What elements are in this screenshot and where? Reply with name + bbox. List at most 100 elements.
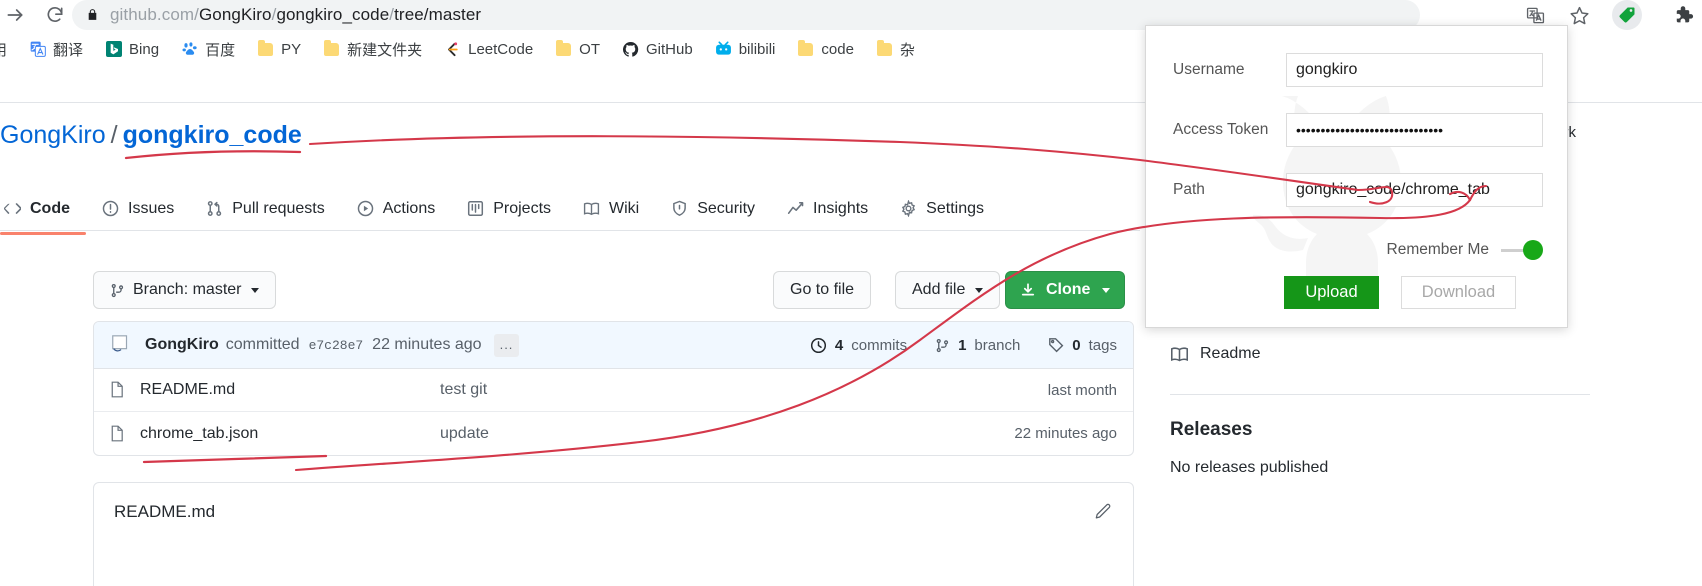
clone-label: Clone (1046, 281, 1091, 298)
bookmark-label: PY (281, 40, 302, 58)
bookmark-item-baidu[interactable]: 百度 (174, 36, 242, 63)
pencil-icon[interactable] (1093, 502, 1113, 522)
tab-label: Insights (813, 199, 869, 217)
tab-label: Pull requests (232, 199, 325, 217)
bookmark-label: 翻译 (53, 41, 84, 59)
bookmark-item-bing[interactable]: Bing (98, 38, 166, 61)
bookmark-item-bilibili[interactable]: bilibili (708, 38, 783, 61)
tags-label: tags (1088, 336, 1117, 354)
bing-icon (105, 41, 122, 58)
file-name-link[interactable]: README.md (140, 381, 440, 399)
toggle-knob (1523, 240, 1543, 260)
tab-issues[interactable]: Issues (86, 186, 190, 231)
back-arrow-icon[interactable] (2, 2, 28, 28)
tags-count-link[interactable]: 0 tags (1048, 337, 1117, 354)
folder-icon (876, 39, 893, 58)
repo-name-link[interactable]: gongkiro_code (123, 121, 302, 149)
bookmark-item-code[interactable]: code (790, 38, 861, 61)
commit-verb: committed (225, 336, 300, 353)
history-icon (810, 337, 827, 354)
bookmark-item-github[interactable]: GitHub (615, 38, 700, 61)
tabs-underline (0, 230, 1140, 231)
tab-code[interactable]: Code (0, 186, 86, 235)
bookmark-item-misc[interactable]: 杂 (869, 36, 922, 63)
bookmark-label: 百度 (205, 41, 236, 59)
extensions-puzzle-icon[interactable] (1672, 4, 1694, 26)
add-file-button[interactable]: Add file (895, 271, 1001, 309)
bookmark-item-translate[interactable]: 翻译 (22, 36, 90, 63)
commit-time: 22 minutes ago (372, 336, 482, 353)
go-to-file-button[interactable]: Go to file (773, 271, 872, 309)
breadcrumb-separator: / (110, 121, 118, 149)
branch-selector-button[interactable]: Branch: master (93, 271, 277, 309)
bookmark-item-apps[interactable]: 用 (0, 36, 14, 63)
url-owner: GongKiro (198, 5, 272, 24)
reload-icon[interactable] (42, 2, 68, 28)
commits-count: 4 (834, 336, 844, 354)
shield-icon (671, 200, 688, 217)
tab-actions[interactable]: Actions (341, 186, 451, 231)
tab-pull-requests[interactable]: Pull requests (190, 186, 341, 231)
bookmark-item-py[interactable]: PY (250, 38, 308, 61)
tab-security[interactable]: Security (655, 186, 771, 231)
sidebar-divider (1170, 393, 1590, 395)
bookmark-label: LeetCode (468, 40, 534, 58)
tag-extension-icon[interactable] (1612, 0, 1642, 30)
commit-expand-button[interactable]: ... (493, 333, 520, 357)
chevron-down-icon (251, 287, 260, 293)
add-file-label: Add file (912, 281, 966, 298)
translate-icon[interactable] (1524, 4, 1546, 26)
go-to-file-label: Go to file (790, 281, 855, 298)
clone-button[interactable]: Clone (1005, 271, 1126, 309)
access-token-input[interactable]: •••••••••••••••••••••••••••••• (1286, 113, 1543, 147)
commits-label: commits (851, 336, 908, 354)
graph-icon (787, 200, 804, 217)
file-commit-message[interactable]: update (440, 425, 1014, 443)
download-button[interactable]: Download (1401, 276, 1516, 309)
branch-label: Branch: master (133, 281, 242, 298)
file-commit-message[interactable]: test git (440, 381, 1048, 399)
remember-me-toggle[interactable] (1501, 240, 1543, 260)
repo-owner-link[interactable]: GongKiro (0, 121, 106, 149)
file-name-link[interactable]: chrome_tab.json (140, 425, 440, 443)
avatar-icon (110, 334, 132, 356)
file-icon (110, 381, 126, 399)
username-label: Username (1173, 61, 1245, 78)
tab-settings[interactable]: Settings (884, 186, 1000, 231)
bookmark-item-ot[interactable]: OT (548, 38, 607, 61)
commit-author[interactable]: GongKiro (145, 336, 219, 354)
branch-count-link[interactable]: 1 branch (935, 337, 1020, 354)
bookmark-item-new-folder[interactable]: 新建文件夹 (316, 36, 429, 63)
url-tail: tree/master (394, 5, 482, 24)
username-input[interactable]: gongkiro (1286, 53, 1543, 87)
latest-commit-bar: GongKiro committed e7c28e7 22 minutes ag… (94, 322, 1133, 369)
uploader-form: Username gongkiro Access Token •••••••••… (1146, 26, 1567, 327)
sidebar-readme-link[interactable]: Readme (1170, 345, 1590, 364)
tab-label: Issues (128, 199, 175, 217)
commit-stats: 4 commits 1 branch 0 tags (810, 337, 1117, 354)
bookmark-label: 杂 (899, 41, 915, 59)
file-updated-time: 22 minutes ago (1014, 425, 1117, 442)
path-input[interactable]: gongkiro_code/chrome_tab (1286, 173, 1543, 207)
path-label: Path (1173, 181, 1205, 198)
download-icon (1020, 282, 1036, 298)
folder-icon (797, 39, 814, 58)
tab-wiki[interactable]: Wiki (567, 186, 655, 231)
screen-root: github.com/GongKiro/gongkiro_code/ tree/m… (0, 0, 1702, 586)
table-row[interactable]: chrome_tab.json update 22 minutes ago (94, 412, 1133, 455)
bookmark-label: Bing (129, 40, 160, 58)
table-row[interactable]: README.md test git last month (94, 369, 1133, 412)
tab-insights[interactable]: Insights (771, 186, 884, 231)
star-icon[interactable] (1568, 4, 1590, 26)
navigation-buttons (0, 0, 68, 30)
commit-sha[interactable]: e7c28e7 (309, 338, 364, 353)
github-uploader-popup: Username gongkiro Access Token •••••••••… (1145, 25, 1568, 328)
tab-label: Security (697, 199, 756, 217)
bookmark-item-leetcode[interactable]: LeetCode (437, 38, 540, 61)
commits-count-link[interactable]: 4 commits (810, 337, 907, 354)
upload-button[interactable]: Upload (1284, 276, 1379, 309)
tab-projects[interactable]: Projects (451, 186, 567, 231)
remember-me-row: Remember Me (1387, 240, 1543, 260)
tab-label: Settings (926, 199, 984, 217)
bookmark-label: bilibili (738, 40, 776, 58)
